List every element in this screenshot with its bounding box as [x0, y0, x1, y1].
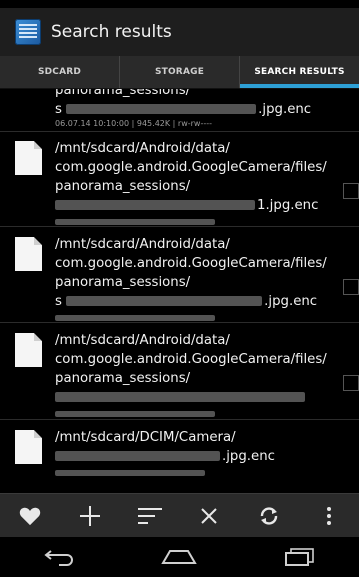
path-line: panorama_sessions/ [55, 179, 191, 194]
path-prefix: s [55, 294, 62, 309]
overflow-menu-icon [327, 507, 332, 525]
select-checkbox[interactable] [343, 375, 359, 391]
path-line: /mnt/sdcard/Android/data/ [55, 333, 230, 348]
filename-tail: .jpg.enc [222, 449, 275, 464]
path-line: com.google.android.GoogleCamera/files/ [55, 256, 327, 271]
path-line: /mnt/sdcard/Android/data/ [55, 237, 230, 252]
list-item[interactable]: /mnt/sdcard/Android/data/ com.google.and… [0, 131, 359, 227]
file-meta [55, 313, 217, 322]
system-navigation-bar [0, 537, 359, 577]
file-meta: 06.07.14 10:10:00 | 945.42K | rw-rw---- [55, 119, 212, 128]
file-path: /mnt/sdcard/Android/data/ com.google.and… [55, 235, 327, 311]
path-line: com.google.android.GoogleCamera/files/ [55, 160, 327, 175]
filename-tail: .jpg.enc [258, 102, 312, 117]
obscured-text [66, 104, 257, 114]
back-icon [44, 550, 73, 566]
obscured-text [55, 392, 305, 402]
home-button[interactable] [154, 542, 204, 572]
path-prefix: s [55, 102, 62, 117]
path-line-filename [55, 388, 327, 407]
file-path: /mnt/sdcard/Android/data/ com.google.and… [55, 139, 327, 215]
home-icon [161, 550, 198, 564]
obscured-meta [55, 218, 215, 225]
path-line: /mnt/sdcard/DCIM/Camera/ [55, 430, 236, 445]
tab-search-results[interactable]: SEARCH RESULTS [240, 56, 359, 88]
tab-sdcard[interactable]: SDCARD [0, 56, 120, 88]
file-path: /mnt/sdcard/DCIM/Camera/ .jpg.enc [55, 428, 275, 466]
file-path: panorama_sessions/ s .jpg.enc [55, 89, 311, 119]
path-line: /mnt/sdcard/Android/data/ [55, 141, 230, 156]
path-line-filename: 1.jpg.enc [55, 196, 327, 215]
sort-button[interactable] [134, 500, 166, 532]
path-line: com.google.android.GoogleCamera/files/ [55, 352, 327, 367]
refresh-icon [261, 507, 278, 525]
status-bar [0, 0, 359, 8]
filename-tail: .jpg.enc [264, 294, 318, 309]
overflow-menu-button[interactable] [313, 500, 345, 532]
tab-storage-label: STORAGE [154, 67, 205, 77]
file-icon [15, 141, 42, 175]
obscured-text [66, 296, 263, 306]
file-meta [55, 468, 207, 477]
list-item[interactable]: /mnt/sdcard/Android/data/ com.google.and… [0, 227, 359, 323]
sort-icon [137, 508, 162, 524]
favorite-button[interactable] [14, 500, 46, 532]
file-path: /mnt/sdcard/Android/data/ com.google.and… [55, 331, 327, 407]
tab-search-results-label: SEARCH RESULTS [254, 67, 345, 77]
tab-sdcard-label: SDCARD [37, 67, 82, 77]
obscured-meta [55, 410, 215, 417]
list-item[interactable]: /mnt/sdcard/Android/data/ com.google.and… [0, 323, 359, 420]
list-item[interactable]: panorama_sessions/ s .jpg.enc 06.07.14 1… [0, 89, 359, 132]
recents-button[interactable] [274, 542, 324, 572]
obscured-meta [55, 469, 205, 476]
refresh-button[interactable] [253, 500, 285, 532]
path-line: panorama_sessions/ [55, 371, 191, 386]
plus-icon [79, 506, 100, 526]
select-checkbox[interactable] [343, 183, 359, 199]
file-icon [15, 430, 42, 464]
tab-storage[interactable]: STORAGE [120, 56, 240, 88]
back-button[interactable] [35, 542, 85, 572]
bottom-toolbar [0, 493, 359, 538]
file-meta [55, 217, 217, 226]
action-bar: Search results [0, 8, 359, 56]
recents-icon [285, 548, 314, 566]
path-line-filename: s .jpg.enc [55, 100, 311, 119]
obscured-text [55, 451, 220, 461]
list-item[interactable]: /mnt/sdcard/DCIM/Camera/ .jpg.enc [0, 420, 359, 489]
heart-icon [19, 507, 41, 526]
add-button[interactable] [74, 500, 106, 532]
tab-bar: SDCARD STORAGE SEARCH RESULTS [0, 56, 359, 89]
app-icon[interactable] [15, 19, 41, 45]
results-list[interactable]: panorama_sessions/ s .jpg.enc 06.07.14 1… [0, 89, 359, 489]
close-icon [201, 508, 218, 524]
file-meta [55, 409, 217, 418]
path-line: panorama_sessions/ [55, 89, 191, 98]
obscured-text [55, 200, 255, 210]
obscured-meta [55, 314, 215, 321]
file-icon [15, 333, 42, 367]
filename-tail: 1.jpg.enc [257, 198, 319, 213]
path-line-filename: s .jpg.enc [55, 292, 327, 311]
file-icon [15, 237, 42, 271]
page-title: Search results [51, 22, 172, 42]
path-line-filename: .jpg.enc [55, 447, 275, 466]
path-line: panorama_sessions/ [55, 275, 191, 290]
close-button[interactable] [193, 500, 225, 532]
select-checkbox[interactable] [343, 279, 359, 295]
